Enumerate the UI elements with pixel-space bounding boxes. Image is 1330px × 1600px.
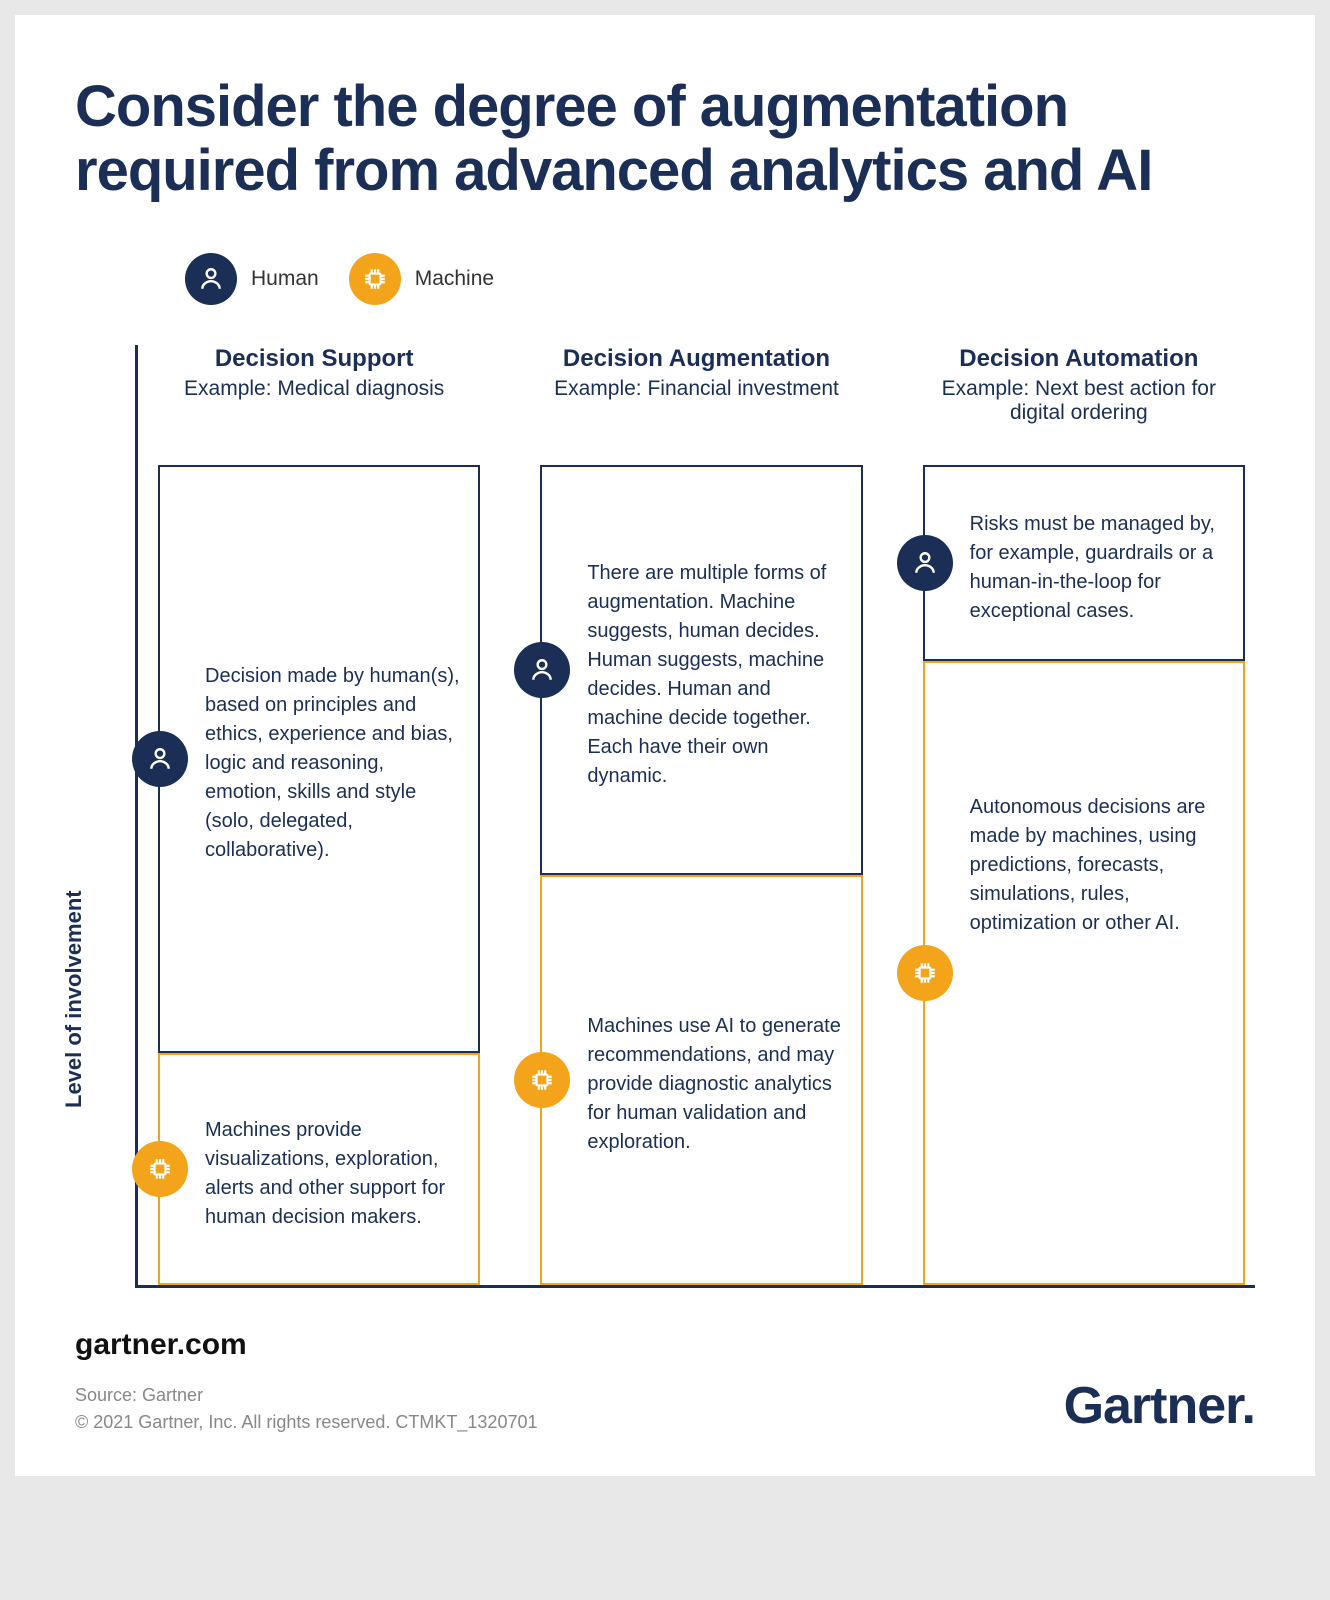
- brand-dot: .: [1242, 1377, 1255, 1435]
- column-decision-automation: Decision Automation Example: Next best a…: [903, 345, 1255, 1285]
- column-title: Decision Augmentation: [530, 345, 862, 373]
- legend: Human Machine: [185, 253, 1255, 305]
- column-title: Decision Automation: [913, 345, 1245, 373]
- brand-logo: Gartner.: [1064, 1376, 1255, 1436]
- columns-container: Decision Support Example: Medical diagno…: [135, 345, 1255, 1288]
- footer-link: gartner.com: [75, 1328, 1255, 1362]
- human-text: Decision made by human(s), based on prin…: [205, 662, 460, 865]
- legend-item-machine: Machine: [349, 253, 494, 305]
- human-icon: [897, 535, 953, 591]
- machine-text: Machines use AI to generate recommendati…: [587, 1012, 842, 1157]
- brand-text: Gartner: [1064, 1377, 1242, 1435]
- human-icon: [132, 731, 188, 787]
- human-icon: [185, 253, 237, 305]
- column-example: Example: Financial investment: [530, 377, 862, 401]
- human-icon: [514, 642, 570, 698]
- column-decision-support: Decision Support Example: Medical diagno…: [138, 345, 490, 1285]
- column-stack: There are multiple forms of augmentation…: [520, 465, 872, 1285]
- human-box: Risks must be managed by, for example, g…: [923, 465, 1245, 661]
- column-stack: Risks must be managed by, for example, g…: [903, 465, 1255, 1285]
- machine-icon: [897, 945, 953, 1001]
- column-header: Decision Augmentation Example: Financial…: [520, 345, 872, 465]
- infographic-card: Consider the degree of augmentation requ…: [15, 15, 1315, 1476]
- column-decision-augmentation: Decision Augmentation Example: Financial…: [520, 345, 872, 1285]
- column-header: Decision Support Example: Medical diagno…: [138, 345, 490, 465]
- human-text: There are multiple forms of augmentation…: [587, 559, 842, 791]
- machine-text: Machines provide visualizations, explora…: [205, 1116, 460, 1232]
- human-text: Risks must be managed by, for example, g…: [970, 510, 1225, 626]
- machine-icon: [349, 253, 401, 305]
- y-axis-label: Level of involvement: [61, 890, 87, 1108]
- machine-box: Machines provide visualizations, explora…: [158, 1053, 480, 1285]
- column-stack: Decision made by human(s), based on prin…: [138, 465, 490, 1285]
- diagram: Level of involvement Decision Support Ex…: [75, 345, 1255, 1288]
- page-title: Consider the degree of augmentation requ…: [75, 75, 1255, 203]
- human-box: There are multiple forms of augmentation…: [540, 465, 862, 875]
- machine-text: Autonomous decisions are made by machine…: [970, 793, 1225, 938]
- machine-box: Machines use AI to generate recommendati…: [540, 875, 862, 1285]
- column-header: Decision Automation Example: Next best a…: [903, 345, 1255, 465]
- column-example: Example: Next best action for digital or…: [913, 377, 1245, 425]
- legend-label-machine: Machine: [415, 267, 494, 291]
- column-example: Example: Medical diagnosis: [148, 377, 480, 401]
- legend-item-human: Human: [185, 253, 319, 305]
- machine-icon: [132, 1141, 188, 1197]
- machine-icon: [514, 1052, 570, 1108]
- human-box: Decision made by human(s), based on prin…: [158, 465, 480, 1053]
- legend-label-human: Human: [251, 267, 319, 291]
- column-title: Decision Support: [148, 345, 480, 373]
- y-axis: Level of involvement: [75, 345, 135, 1288]
- machine-box: Autonomous decisions are made by machine…: [923, 661, 1245, 1285]
